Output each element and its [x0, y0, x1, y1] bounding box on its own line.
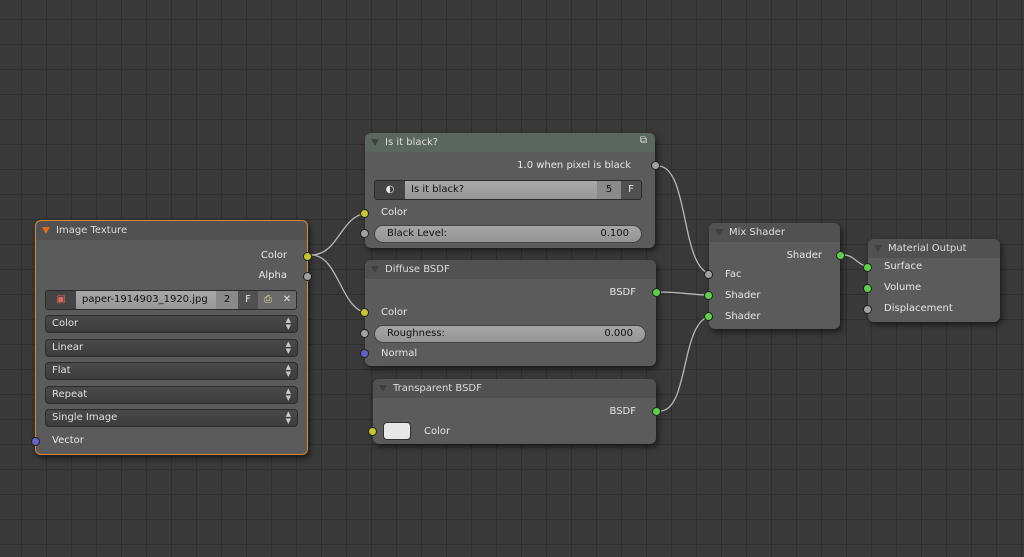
socket-output-color[interactable]: [303, 252, 312, 261]
input-fac-label: Fac: [725, 269, 742, 280]
node-title: Material Output: [888, 243, 967, 254]
black-level-slider[interactable]: Black Level: 0.100: [374, 225, 642, 243]
input-shader-2-label: Shader: [725, 311, 761, 322]
input-color-label: Color: [381, 307, 408, 318]
updown-icon: ▲ ▼: [285, 410, 291, 425]
socket-input-roughness[interactable]: [360, 329, 369, 338]
output-label: 1.0 when pixel is black: [517, 160, 631, 171]
socket-output-shader[interactable]: [836, 251, 845, 260]
link-image-color-to-diffuse: [310, 254, 371, 314]
image-name-field[interactable]: paper-1914903_1920.jpg: [76, 291, 216, 309]
input-shader-1-label: Shader: [725, 290, 761, 301]
pack-icon[interactable]: ⎙: [258, 291, 278, 309]
node-group-icon[interactable]: ⧉: [640, 135, 647, 146]
extension-dropdown[interactable]: Repeat ▲ ▼: [45, 386, 298, 404]
input-vector-label: Vector: [52, 435, 84, 446]
dropdown-value: Linear: [52, 342, 84, 353]
node-is-it-black[interactable]: Is it black? ⧉ 1.0 when pixel is black ◐ …: [360, 133, 660, 248]
link-transparent-to-shader2: [659, 315, 714, 412]
slider-value: 0.000: [604, 328, 633, 339]
node-header[interactable]: Is it black? ⧉: [365, 133, 655, 152]
collapse-icon[interactable]: [379, 385, 387, 392]
sphere-icon[interactable]: ◐: [375, 181, 405, 199]
collapse-icon[interactable]: [42, 227, 50, 234]
input-surface-label: Surface: [884, 261, 923, 272]
socket-output-value[interactable]: [651, 161, 660, 170]
socket-input-volume[interactable]: [863, 284, 872, 293]
fake-user-button[interactable]: F: [621, 181, 641, 199]
node-mix-shader[interactable]: Mix Shader Shader Fac Shader Shader: [704, 223, 845, 329]
socket-input-normal[interactable]: [360, 349, 369, 358]
node-image-texture[interactable]: Image Texture Color Alpha ▣ paper-191490…: [31, 220, 312, 455]
socket-input-black-level[interactable]: [360, 229, 369, 238]
dropdown-value: Repeat: [52, 389, 88, 400]
node-header[interactable]: Diffuse BSDF: [365, 260, 656, 279]
socket-input-fac[interactable]: [704, 270, 713, 279]
collapse-icon[interactable]: [874, 245, 882, 252]
slider-label: Roughness:: [387, 328, 445, 339]
node-transparent-bsdf[interactable]: Transparent BSDF BSDF Color: [368, 379, 661, 444]
image-selector[interactable]: ▣ paper-1914903_1920.jpg 2 F ⎙ ✕: [45, 290, 297, 310]
output-alpha-label: Alpha: [258, 270, 287, 281]
output-shader-label: Shader: [786, 250, 822, 261]
socket-input-shader-2[interactable]: [704, 312, 713, 321]
collapse-icon[interactable]: [371, 139, 379, 146]
updown-icon: ▲ ▼: [285, 363, 291, 378]
socket-output-bsdf[interactable]: [652, 288, 661, 297]
node-material-output[interactable]: Material Output Surface Volume Displacem…: [863, 239, 1000, 322]
link-isblack-to-fac: [657, 165, 714, 275]
group-users[interactable]: 5: [597, 181, 621, 199]
node-title: Is it black?: [385, 137, 439, 148]
socket-input-color[interactable]: [360, 308, 369, 317]
image-icon[interactable]: ▣: [46, 291, 76, 309]
output-bsdf-label: BSDF: [609, 287, 636, 298]
image-users[interactable]: 2: [216, 291, 238, 309]
input-normal-label: Normal: [381, 348, 418, 359]
input-color-label: Color: [381, 207, 408, 218]
source-dropdown[interactable]: Single Image ▲ ▼: [45, 409, 298, 427]
dropdown-value: Flat: [52, 365, 71, 376]
slider-label: Black Level:: [387, 228, 447, 239]
socket-input-color[interactable]: [360, 209, 369, 218]
socket-input-surface[interactable]: [863, 263, 872, 272]
group-name-field[interactable]: Is it black?: [405, 181, 597, 199]
input-displacement-label: Displacement: [884, 303, 953, 314]
node-header[interactable]: Mix Shader: [709, 223, 840, 242]
fake-user-button[interactable]: F: [238, 291, 258, 309]
close-icon[interactable]: ✕: [278, 291, 296, 309]
socket-input-vector[interactable]: [31, 437, 40, 446]
roughness-slider[interactable]: Roughness: 0.000: [374, 325, 646, 343]
output-color-label: Color: [260, 250, 287, 261]
node-title: Diffuse BSDF: [385, 264, 450, 275]
input-color-label: Color: [424, 426, 451, 437]
node-title: Image Texture: [56, 225, 128, 236]
output-bsdf-label: BSDF: [609, 406, 636, 417]
node-header[interactable]: Transparent BSDF: [373, 379, 656, 398]
socket-input-displacement[interactable]: [863, 305, 872, 314]
collapse-icon[interactable]: [715, 229, 723, 236]
socket-output-alpha[interactable]: [303, 272, 312, 281]
dropdown-value: Color: [52, 318, 79, 329]
dropdown-value: Single Image: [52, 412, 118, 423]
color-space-dropdown[interactable]: Color ▲ ▼: [45, 315, 298, 333]
interpolation-dropdown[interactable]: Linear ▲ ▼: [45, 339, 298, 357]
group-selector[interactable]: ◐ Is it black? 5 F: [374, 180, 642, 200]
input-volume-label: Volume: [884, 282, 922, 293]
node-title: Transparent BSDF: [393, 383, 482, 394]
collapse-icon[interactable]: [371, 266, 379, 273]
socket-output-bsdf[interactable]: [652, 407, 661, 416]
node-header[interactable]: Material Output: [868, 239, 1000, 258]
socket-input-color[interactable]: [368, 427, 377, 436]
slider-value: 0.100: [600, 228, 629, 239]
node-header[interactable]: Image Texture: [36, 221, 307, 240]
color-swatch[interactable]: [383, 422, 411, 440]
updown-icon: ▲ ▼: [285, 340, 291, 355]
socket-input-shader-1[interactable]: [704, 291, 713, 300]
updown-icon: ▲ ▼: [285, 316, 291, 331]
projection-dropdown[interactable]: Flat ▲ ▼: [45, 362, 298, 380]
updown-icon: ▲ ▼: [285, 387, 291, 402]
node-diffuse-bsdf[interactable]: Diffuse BSDF BSDF Color Roughness: 0.000 …: [360, 260, 661, 366]
node-title: Mix Shader: [729, 227, 785, 238]
